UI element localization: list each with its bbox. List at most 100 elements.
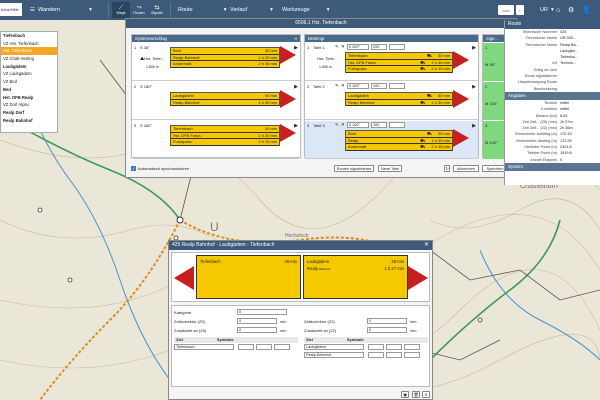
value-field[interactable]: 200 (371, 44, 387, 50)
right-ziel-select-2[interactable]: Realp Bahnhof (304, 352, 364, 358)
route-sign-title-text: 425 Realp Bahnhof - Laubgädem - Tiefenba… (172, 242, 275, 248)
value-field[interactable]: 100 (371, 122, 387, 128)
close-button[interactable]: ✕ (422, 391, 430, 398)
tafel-label: Tafel 3 (313, 123, 325, 128)
menu-werkzeuge[interactable]: Werkzeuge ▾ (282, 4, 329, 16)
play-icon[interactable]: ▶ (294, 45, 298, 51)
menu-verlauf[interactable]: Verlauf ▾ (230, 4, 273, 16)
left-ziel-select[interactable]: Tiefenbach (174, 344, 234, 350)
settings-button[interactable]: ⚙ (568, 4, 574, 16)
dropdown-item[interactable]: VZ Dorf Alpsu (1, 101, 57, 109)
play-icon[interactable]: ▶ (294, 123, 298, 129)
close-icon[interactable]: ✕ (424, 241, 429, 250)
left-symbol-select-3[interactable] (274, 344, 290, 350)
map-tool-buttons[interactable]: ▭▭ (498, 5, 514, 15)
system-proposal-label: Systemvorschlag (135, 36, 167, 41)
routen-button[interactable]: ⤳ Routen (130, 2, 148, 18)
dropdown-item[interactable]: Hst. Tiefenbach (1, 47, 57, 56)
cancel-button[interactable]: Abbrechen (453, 165, 479, 172)
routes-signal-button[interactable]: Routen signalisieren (334, 165, 374, 172)
left-symbol-select-2[interactable] (256, 344, 272, 350)
play-icon[interactable]: ▶ (294, 84, 298, 90)
dropdown-item[interactable]: Hst. DFB Realp (1, 94, 57, 102)
defined-sign[interactable]: Bönt ⛟ 35 min Realp ⛟ 1 h 20 min Andermatt ⛟ 2 h… (345, 130, 453, 151)
delete-icon[interactable]: ✕ (341, 44, 345, 50)
sign-destination: Laubgädem (348, 93, 370, 98)
delete-icon[interactable]: ✕ (341, 83, 345, 89)
play-icon[interactable]: ▶ (472, 123, 476, 129)
edit-icon[interactable]: ✎ (335, 83, 339, 89)
delete-icon[interactable]: ✕ (341, 122, 345, 128)
zusatz-z5-input[interactable]: 0 (237, 327, 277, 333)
auto-sync-checkbox[interactable]: ✓ (131, 166, 136, 171)
extra-field[interactable] (389, 122, 405, 128)
right-symbol-select-2[interactable] (386, 344, 402, 350)
right-ziel-select-1[interactable]: Laubgädem (304, 344, 364, 350)
dropdown-item[interactable]: Tiefenbach (1, 32, 57, 40)
angle-field[interactable]: 0 200° (347, 44, 369, 50)
language-selector[interactable]: UR ▾ (540, 4, 554, 16)
refresh-button[interactable]: ↻ (444, 165, 450, 172)
left-sign-time: 48 min (284, 259, 297, 264)
right-symbol-select-6[interactable] (404, 352, 420, 358)
right-symbol-select-3[interactable] (404, 344, 420, 350)
layer-selector[interactable]: ☰ Wandern ▾ (30, 4, 92, 16)
location-dropdown[interactable]: Tiefenbach VZ Hst. Tiefenbach Hst. Tiefenb… (0, 31, 58, 133)
menu-route-label: Route (178, 7, 193, 13)
route-attr-value[interactable] (560, 86, 600, 92)
dropdown-item[interactable]: VZ Chalt Herting (1, 55, 57, 63)
delete-button[interactable]: 🗑 (412, 391, 420, 398)
zeitkorr-z5-unit: min (280, 319, 287, 324)
dropdown-item[interactable]: Realp Bahnhof (1, 117, 57, 125)
kategorie-select[interactable]: 0 (237, 309, 287, 315)
zusatz-z2-input[interactable]: 0 (367, 327, 407, 333)
dropdown-item[interactable]: Laubgädem (1, 63, 57, 71)
proposal-sign[interactable]: Laubgädem 50 min Realp Bahnhof 1 h 30 min (170, 92, 280, 106)
left-sign[interactable]: Tiefenbach 48 min (196, 255, 301, 299)
dropdown-item[interactable]: VZ Laubgädem (1, 70, 57, 78)
angle-field[interactable]: 0 100° (347, 83, 369, 89)
expand-icon[interactable]: ⇥ (293, 35, 297, 42)
dropdown-item[interactable]: VZ Bed (1, 78, 57, 86)
edit-icon[interactable]: ✎ (335, 44, 339, 50)
right-sign[interactable]: Laubgädem 48 min Realp Bahnhof 1 h 27 mi… (303, 255, 408, 299)
user-button[interactable]: 👤 (582, 4, 591, 16)
defined-row: 1 Tafel 1 ✎ ✕ 0 200° 200 Hst. Tiefe... 1.806 m T… (305, 43, 478, 81)
zeitkorr-z5-input[interactable]: 0 (237, 318, 277, 324)
dropdown-item[interactable]: Realp Dorf (1, 109, 57, 117)
proposal-sign[interactable]: Tiefenbach 30 min Hst. DFB Furka 1 h 20 min… (170, 125, 280, 146)
right-symbol-select-1[interactable] (368, 344, 384, 350)
left-symbol-select-1[interactable] (238, 344, 254, 350)
signale-button[interactable]: ⇆ Signale (148, 2, 166, 18)
info-button[interactable]: i (516, 5, 524, 15)
search-input[interactable]: Infos/Hilfe (0, 3, 22, 16)
save-icon-button[interactable]: ▣ (401, 391, 409, 398)
play-icon[interactable]: ▶ (472, 84, 476, 90)
sign-line: Furkapass 2 h 15 min (171, 139, 279, 146)
value-field[interactable]: 100 (371, 83, 387, 89)
zeitkorr-z2-input[interactable]: 0 (367, 318, 407, 324)
extra-field[interactable] (389, 83, 405, 89)
menu-route[interactable]: Route ▾ (178, 4, 226, 16)
new-sign-button[interactable]: Neue Tafel (378, 165, 402, 172)
section-system[interactable]: System (505, 162, 600, 171)
home-button[interactable]: ⌂ (556, 4, 560, 16)
system-proposal-header: Systemvorschlag ⇥ (132, 35, 300, 42)
defined-sign[interactable]: Tiefenbach ⛟ 30 min Hst. DFB Furka ⛟ 1 h 40 m… (345, 52, 453, 73)
proposal-sign[interactable]: Bönt 30 min Realp Bahnhof 1 h 20 min Anderma… (170, 47, 280, 68)
right-symbol-select-4[interactable] (368, 352, 384, 358)
right-symbol-select-5[interactable] (386, 352, 402, 358)
wege-button[interactable]: ⟋ Wege (112, 2, 130, 18)
location-name: Hst. Tiefe... (317, 56, 338, 61)
dropdown-item[interactable]: VZ Hst. Tiefenbach (1, 40, 57, 48)
chevron-down-icon: ▾ (550, 7, 554, 13)
dropdown-item[interactable]: Bed (1, 86, 57, 94)
play-icon[interactable]: ▶ (472, 45, 476, 51)
col-symbole: Symbole (216, 337, 234, 342)
section-angaben[interactable]: Angaben (505, 91, 600, 100)
edit-icon[interactable]: ✎ (335, 122, 339, 128)
defined-sign[interactable]: Laubgädem ⛟ 50 min Realp Bahnhof ⛟ 1 h 30 min (345, 92, 453, 106)
sign-line: Realp Bahnhof 1 h 30 min (171, 100, 279, 106)
angle-field[interactable]: 0 100° (347, 122, 369, 128)
extra-field[interactable] (389, 44, 405, 50)
